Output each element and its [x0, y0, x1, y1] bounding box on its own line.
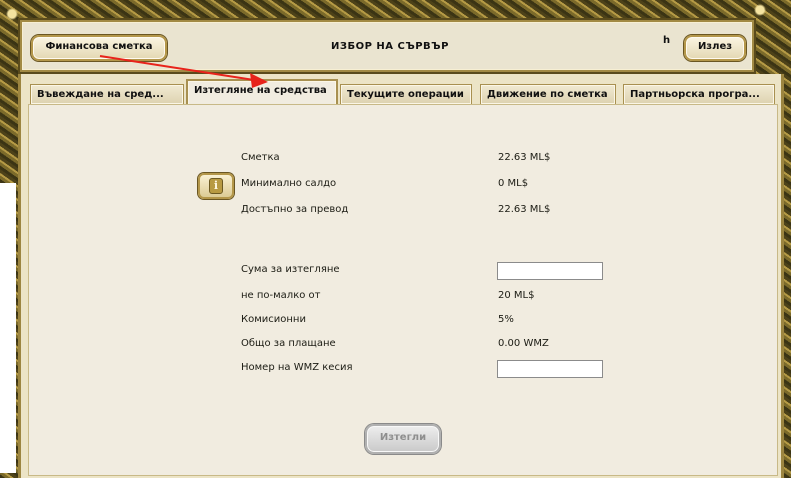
header-h-label: h: [663, 35, 671, 46]
left-gap: [0, 183, 16, 473]
available-label: Достъпно за превод: [241, 204, 349, 215]
min-balance-value: 0 ML$: [498, 178, 529, 189]
tab-withdraw[interactable]: Изтегляне на средства: [186, 79, 338, 105]
tab-deposit[interactable]: Въвеждане на сред...: [30, 84, 184, 104]
info-button[interactable]: i: [198, 173, 234, 199]
total-value: 0.00 WMZ: [498, 338, 549, 349]
commission-value: 5%: [498, 314, 514, 325]
tab-partner-program[interactable]: Партньорска програ...: [623, 84, 775, 104]
finance-account-button[interactable]: Финансова сметка: [31, 35, 167, 61]
purse-label: Номер на WMZ кесия: [241, 362, 353, 373]
min-balance-label: Минимално салдо: [241, 178, 337, 189]
available-value: 22.63 ML$: [498, 204, 551, 215]
min-amount-label: не по-малко от: [241, 290, 321, 301]
account-value: 22.63 ML$: [498, 152, 551, 163]
total-label: Общо за плащане: [241, 338, 336, 349]
tab-account-movement[interactable]: Движение по сметка: [480, 84, 616, 104]
account-label: Сметка: [241, 152, 280, 163]
tab-current-operations[interactable]: Текущите операции: [340, 84, 472, 104]
withdraw-button[interactable]: Изтегли: [365, 424, 441, 454]
commission-label: Комисионни: [241, 314, 306, 325]
page-title: ИЗБОР НА СЪРВЪР: [331, 41, 449, 52]
amount-label: Сума за изтегляне: [241, 264, 340, 275]
min-amount-value: 20 ML$: [498, 290, 535, 301]
exit-button[interactable]: Излез: [684, 35, 746, 61]
withdraw-content: [28, 104, 778, 476]
amount-input[interactable]: [497, 262, 603, 280]
info-icon: i: [209, 178, 223, 194]
purse-input[interactable]: [497, 360, 603, 378]
